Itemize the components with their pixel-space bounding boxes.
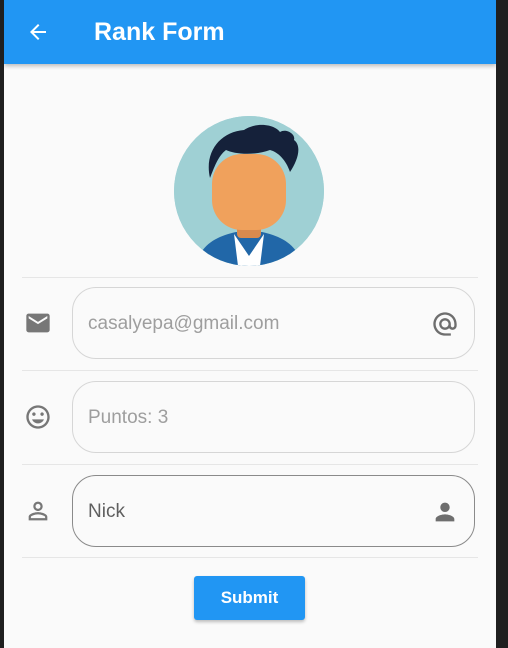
points-placeholder: Puntos: 3 [88,407,169,428]
points-row-icon [24,403,52,431]
divider [22,464,478,465]
back-button[interactable] [22,16,54,48]
divider [22,370,478,371]
smiley-icon [26,405,50,429]
nick-row-icon [24,497,52,525]
email-suffix [430,309,460,339]
at-sign-icon [433,312,457,336]
app-bar: Rank Form [4,0,496,64]
mail-icon [26,313,50,333]
person-outline-icon [28,501,48,521]
page-title: Rank Form [94,18,225,46]
email-field[interactable]: casalyepa@gmail.com [72,287,475,359]
person-icon [435,502,455,522]
points-field[interactable]: Puntos: 3 [72,381,475,453]
nick-suffix [430,497,460,527]
nick-field[interactable]: Nick [72,475,475,547]
avatar [174,116,324,266]
email-row-icon [24,309,52,337]
arrow-back-icon [30,24,46,40]
email-placeholder: casalyepa@gmail.com [88,313,280,334]
app-screen: Rank Form casalyepa@gmail.com Puntos: 3 … [4,0,496,648]
nick-value: Nick [88,501,125,522]
divider [22,277,478,278]
divider [22,557,478,558]
submit-button[interactable]: Submit [194,576,305,620]
avatar-icon [174,116,324,266]
